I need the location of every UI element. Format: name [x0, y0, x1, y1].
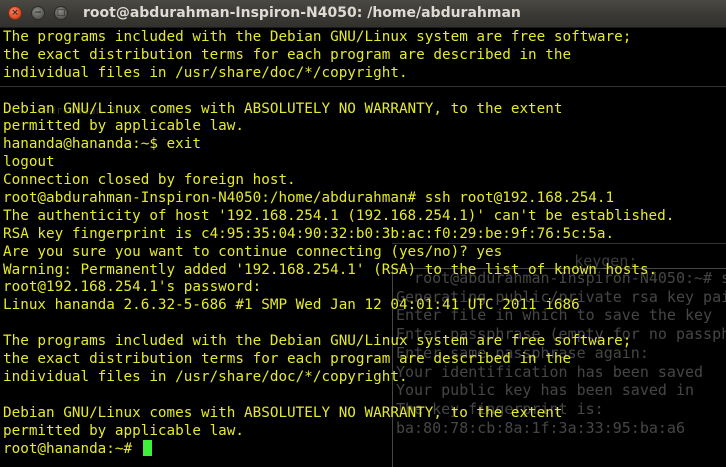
maximize-icon: □: [56, 8, 66, 18]
terminal-line-text: individual files in /usr/share/doc/*/cop…: [3, 64, 408, 81]
minimize-icon: −: [34, 8, 42, 18]
terminal-line-text: The programs included with the Debian GN…: [3, 333, 632, 350]
terminal-line: The programs included with the Debian GN…: [3, 333, 674, 351]
terminal-line-text: root@192.168.254.1's password:: [3, 279, 262, 296]
minimize-button[interactable]: −: [31, 6, 45, 20]
terminal-line-text: permitted by applicable law.: [3, 422, 245, 439]
terminal-line-text: individual files in /usr/share/doc/*/cop…: [3, 368, 408, 385]
terminal-line-text: permitted by applicable law.: [3, 118, 245, 135]
maximize-button[interactable]: □: [54, 6, 68, 20]
close-button[interactable]: ×: [8, 6, 22, 20]
terminal-window: × − □ root@abdurahman-Inspiron-N4050: /h…: [0, 0, 726, 467]
terminal-line-text: hananda@hananda:~$ exit: [3, 136, 201, 153]
terminal-line-text: Warning: Permanently added '192.168.254.…: [3, 261, 658, 278]
terminal-line: Debian GNU/Linux comes with ABSOLUTELY N…: [3, 405, 674, 423]
terminal-line: hananda@hananda:~$ exit: [3, 136, 674, 154]
terminal-line: RSA key fingerprint is c4:95:35:04:90:32…: [3, 226, 674, 244]
terminal-line: Warning: Permanently added '192.168.254.…: [3, 262, 674, 280]
terminal-line: root@abdurahman-Inspiron-N4050:/home/abd…: [3, 190, 674, 208]
terminal-line: the exact distribution terms for each pr…: [3, 47, 674, 65]
terminal-line-text: root@abdurahman-Inspiron-N4050:/home/abd…: [3, 190, 615, 207]
terminal-area[interactable]: Percobaan 3 ins...4 keygen: root@abdurah…: [0, 28, 726, 467]
terminal-line-text: Debian GNU/Linux comes with ABSOLUTELY N…: [3, 100, 563, 117]
terminal-line-text: The programs included with the Debian GN…: [3, 29, 632, 45]
terminal-line: the exact distribution terms for each pr…: [3, 351, 674, 369]
terminal-line-text: RSA key fingerprint is c4:95:35:04:90:32…: [3, 225, 615, 242]
terminal-line-text: The authenticity of host '192.168.254.1 …: [3, 207, 675, 224]
terminal-line-text: logout: [3, 154, 55, 171]
terminal-line: The programs included with the Debian GN…: [3, 29, 674, 47]
terminal-line: Are you sure you want to continue connec…: [3, 244, 674, 262]
title-bar[interactable]: × − □ root@abdurahman-Inspiron-N4050: /h…: [0, 0, 726, 28]
terminal-line-text: root@hananda:~#: [3, 441, 141, 458]
terminal-line: logout: [3, 154, 674, 172]
terminal-line-text: Are you sure you want to continue connec…: [3, 243, 503, 260]
terminal-cursor: [142, 440, 152, 457]
terminal-line: The authenticity of host '192.168.254.1 …: [3, 208, 674, 226]
terminal-line: Linux hananda 2.6.32-5-686 #1 SMP Wed Ja…: [3, 297, 674, 315]
terminal-line: permitted by applicable law.: [3, 118, 674, 136]
terminal-line: Connection closed by foreign host.: [3, 172, 674, 190]
terminal-line-text: the exact distribution terms for each pr…: [3, 46, 572, 63]
terminal-line-text: Linux hananda 2.6.32-5-686 #1 SMP Wed Ja…: [3, 297, 580, 314]
window-title: root@abdurahman-Inspiron-N4050: /home/ab…: [83, 5, 521, 21]
terminal-line: Debian GNU/Linux comes with ABSOLUTELY N…: [3, 101, 674, 119]
terminal-line-text: Debian GNU/Linux comes with ABSOLUTELY N…: [3, 404, 563, 421]
terminal-prompt-line: root@hananda:~#: [3, 440, 674, 458]
close-icon: ×: [11, 8, 19, 18]
terminal-line: root@192.168.254.1's password:: [3, 279, 674, 297]
terminal-line-text: Connection closed by foreign host.: [3, 172, 296, 189]
terminal-line: individual files in /usr/share/doc/*/cop…: [3, 65, 674, 83]
terminal-line-text: the exact distribution terms for each pr…: [3, 351, 572, 368]
terminal-line: individual files in /usr/share/doc/*/cop…: [3, 369, 674, 387]
terminal-output: The programs included with the Debian GN…: [3, 29, 674, 458]
terminal-line: permitted by applicable law.: [3, 423, 674, 441]
